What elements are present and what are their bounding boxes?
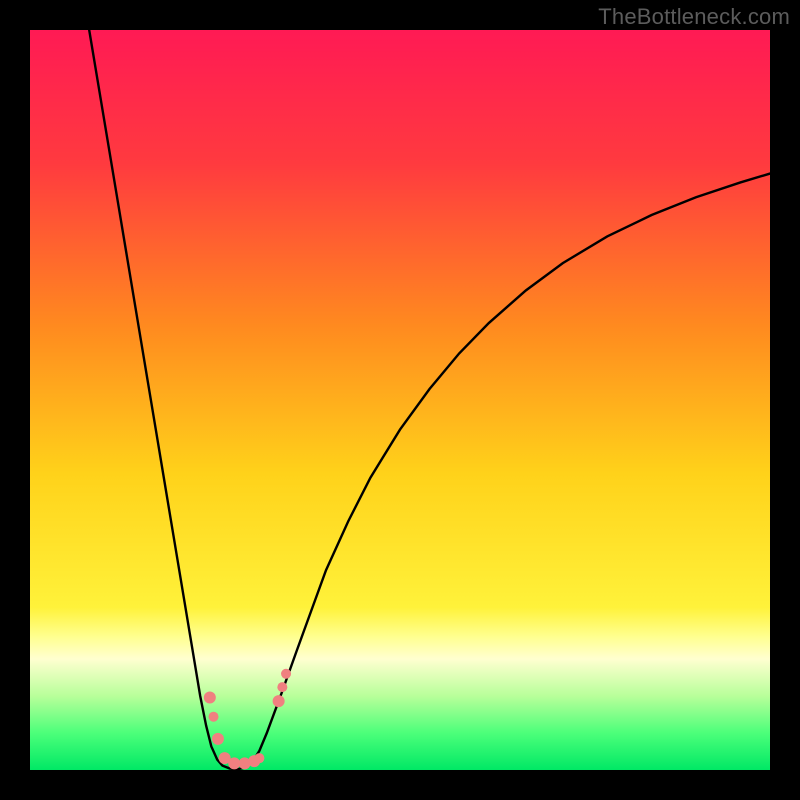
- curve-layer: [30, 30, 770, 770]
- curve-left-branch: [89, 30, 237, 769]
- watermark-text: TheBottleneck.com: [598, 4, 790, 30]
- optimal-marker: [277, 682, 287, 692]
- plot-area: [30, 30, 770, 770]
- optimal-marker: [228, 757, 240, 769]
- optimal-marker: [212, 733, 224, 745]
- curve-right-branch: [237, 174, 770, 770]
- optimal-marker: [209, 712, 219, 722]
- optimal-marker: [281, 669, 291, 679]
- optimal-marker: [204, 691, 216, 703]
- chart-frame: TheBottleneck.com: [0, 0, 800, 800]
- optimal-marker: [273, 695, 285, 707]
- optimal-marker: [254, 753, 264, 763]
